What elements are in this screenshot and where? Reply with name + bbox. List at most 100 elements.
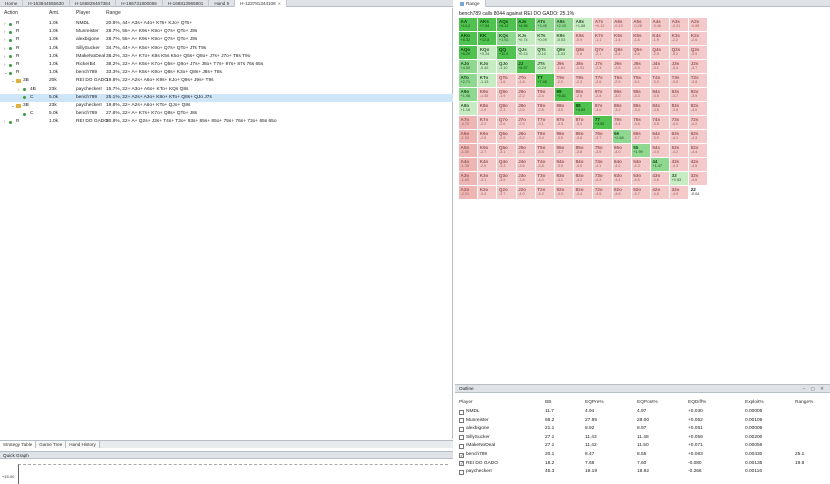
range-cell[interactable]: 54s -4.0 bbox=[650, 144, 671, 158]
range-cell[interactable]: JTo -1.8 bbox=[516, 74, 536, 88]
range-cell[interactable]: T4s -3.3 bbox=[650, 74, 671, 88]
range-cell[interactable]: J4o -3.6 bbox=[516, 158, 536, 172]
range-cell[interactable]: J9o -2.2 bbox=[516, 88, 536, 102]
range-cell[interactable]: A8s +1.88 bbox=[574, 18, 594, 32]
range-cell[interactable]: T6s -2.9 bbox=[612, 74, 632, 88]
range-cell[interactable]: 92s -3.9 bbox=[689, 88, 709, 102]
range-cell[interactable]: 83s -3.8 bbox=[670, 102, 690, 116]
range-cell[interactable]: Q3s -3.2 bbox=[670, 46, 690, 60]
range-cell[interactable]: J4s -3.1 bbox=[650, 60, 671, 74]
tab-2[interactable]: H-166828467384 bbox=[70, 0, 117, 7]
range-cell[interactable]: T8o -2.8 bbox=[535, 102, 555, 116]
range-cell[interactable]: A9s +2.10 bbox=[554, 18, 575, 32]
range-cell[interactable]: T9s -2.0 bbox=[554, 74, 575, 88]
tab-4[interactable]: H-166813965801 bbox=[163, 0, 210, 7]
range-cell[interactable]: 93s -3.7 bbox=[670, 88, 690, 102]
range-cell[interactable]: TT +7.45 bbox=[535, 74, 555, 88]
range-cell[interactable]: A5s -0.28 bbox=[631, 18, 651, 32]
range-cell[interactable]: T3o -4.0 bbox=[535, 172, 555, 186]
range-cell[interactable]: K3s -2.2 bbox=[670, 32, 690, 46]
range-cell[interactable]: KJs +0.74 bbox=[516, 32, 536, 46]
range-cell[interactable]: 32o -4.9 bbox=[670, 186, 690, 200]
outline-row[interactable]: alexbigone 21.1 8.92 8.97 +0.051 0.00009 bbox=[455, 425, 830, 433]
range-cell[interactable]: 85s -3.4 bbox=[631, 102, 651, 116]
range-cell[interactable]: 86s -3.2 bbox=[612, 102, 632, 116]
row-checkbox[interactable] bbox=[459, 443, 464, 449]
chevron-right-icon[interactable]: › bbox=[4, 53, 6, 61]
range-cell[interactable]: AKs +7.04 bbox=[478, 18, 498, 32]
tree-row[interactable]: › R 1.0k IMakeNoDeal 38.2%, 33+ A+ K7o+ K8s … bbox=[0, 53, 453, 61]
range-cell[interactable]: AJo +4.00 bbox=[459, 60, 479, 74]
range-cell[interactable]: K3o -3.1 bbox=[478, 172, 498, 186]
chevron-right-icon[interactable]: › bbox=[18, 86, 20, 94]
range-cell[interactable]: 82o -4.4 bbox=[574, 186, 594, 200]
range-cell[interactable]: T5o -3.6 bbox=[535, 144, 555, 158]
range-cell[interactable]: K7s -1.1 bbox=[593, 32, 613, 46]
tree-row[interactable]: ⌄ R 1.0k bench789 33.3%, 22+ A+ K5s+ K9o+ Q8… bbox=[0, 69, 453, 77]
range-cell[interactable]: Q6s -2.4 bbox=[612, 46, 632, 60]
row-checkbox[interactable] bbox=[459, 452, 464, 458]
tree-row[interactable]: ⌄ 3B 20k REI DO GADO 19.8%, 22+ A2s+ A6o+ K9… bbox=[0, 77, 453, 85]
range-cell[interactable]: QTo -1.6 bbox=[497, 74, 517, 88]
range-cell[interactable]: A7o -0.72 bbox=[459, 116, 479, 130]
range-cell[interactable]: 76s -3.4 bbox=[612, 116, 632, 130]
range-cell[interactable]: 84o -4.0 bbox=[574, 158, 594, 172]
range-cell[interactable]: KK +12.8 bbox=[478, 32, 498, 46]
range-cell[interactable]: A5o -1.00 bbox=[459, 144, 479, 158]
bottom-tab-1[interactable]: Game Tree bbox=[36, 441, 67, 448]
range-cell[interactable]: J3o -3.8 bbox=[516, 172, 536, 186]
range-cell[interactable]: KTo -1.13 bbox=[478, 74, 498, 88]
range-cell[interactable]: K2o -3.3 bbox=[478, 186, 498, 200]
chevron-right-icon[interactable]: › bbox=[4, 36, 6, 44]
outline-header-player[interactable]: Player bbox=[459, 400, 473, 405]
range-cell[interactable]: A6s -0.13 bbox=[612, 18, 632, 32]
range-cell[interactable]: AJs +4.96 bbox=[516, 18, 536, 32]
outline-row[interactable]: bench789 20.1 8.47 8.55 +0.083 0.00430 25.1 bbox=[455, 451, 830, 459]
range-cell[interactable]: 76o -3.7 bbox=[593, 130, 613, 144]
range-cell[interactable]: J6s -2.6 bbox=[612, 60, 632, 74]
tree-row[interactable]: C 5.0k bench789 25.1%, 22+ A2s+ A3o+ K8o+ K… bbox=[0, 93, 453, 102]
tree-row[interactable]: › R 1.0k Munreister 28.7%, 55+ A+ K9s+ K9o+ … bbox=[0, 28, 453, 36]
range-cell[interactable]: Q3o -3.5 bbox=[497, 172, 517, 186]
range-cell[interactable]: 92o -4.3 bbox=[554, 186, 575, 200]
tree-row[interactable]: ⌄ 3B 23k paycheckerr 19.8%, 22+ A2s+ A6o+ KT… bbox=[0, 102, 453, 110]
header-range[interactable]: Range bbox=[106, 10, 121, 16]
range-cell[interactable]: 73o -4.3 bbox=[593, 172, 613, 186]
range-cell[interactable]: A8o +1.16 bbox=[459, 102, 479, 116]
range-cell[interactable]: T7s -2.6 bbox=[593, 74, 613, 88]
outline-row[interactable]: NMDL 11.7 4.94 4.97 +0.030 0.00005 bbox=[455, 408, 830, 416]
header-action[interactable]: Action bbox=[4, 10, 18, 16]
range-cell[interactable]: K6o -2.5 bbox=[478, 130, 498, 144]
range-cell[interactable]: 66 +2.68 bbox=[612, 130, 632, 144]
tab-6[interactable]: H-123781344108 ✕ bbox=[235, 0, 288, 7]
range-cell[interactable]: J5s -2.9 bbox=[631, 60, 651, 74]
range-cell[interactable]: K8o -1.9 bbox=[478, 102, 498, 116]
range-cell[interactable]: 84s -3.6 bbox=[650, 102, 671, 116]
range-cell[interactable]: J7o -2.9 bbox=[516, 116, 536, 130]
range-cell[interactable]: Q4s -2.9 bbox=[650, 46, 671, 60]
outline-header-range[interactable]: Range% bbox=[795, 400, 813, 405]
close-icon[interactable]: ✕ bbox=[278, 0, 281, 7]
outline-header-eqdiff[interactable]: EQDiff% bbox=[688, 400, 706, 405]
range-cell[interactable]: ATo +2.71 bbox=[459, 74, 479, 88]
chevron-down-icon[interactable]: ⌄ bbox=[11, 102, 15, 110]
range-cell[interactable]: 33 +0.83 bbox=[670, 172, 690, 186]
range-cell[interactable]: T7o -3.1 bbox=[535, 116, 555, 130]
range-cell[interactable]: A2s -0.88 bbox=[689, 18, 709, 32]
tab-0[interactable]: Home bbox=[0, 0, 24, 7]
range-cell[interactable]: Q2o -3.7 bbox=[497, 186, 517, 200]
range-cell[interactable]: J2o -4.0 bbox=[516, 186, 536, 200]
range-cell[interactable]: 72s -4.2 bbox=[689, 116, 709, 130]
range-cell[interactable]: J8o -2.6 bbox=[516, 102, 536, 116]
range-cell[interactable]: 53o -4.5 bbox=[631, 172, 651, 186]
range-cell[interactable]: T5s -3.1 bbox=[631, 74, 651, 88]
range-cell[interactable]: K8s -0.9 bbox=[574, 32, 594, 46]
range-cell[interactable]: Q9s -1.03 bbox=[554, 46, 575, 60]
row-checkbox[interactable] bbox=[459, 469, 464, 475]
range-cell[interactable]: KQs +1.92 bbox=[497, 32, 517, 46]
range-cell[interactable]: T2o -4.2 bbox=[535, 186, 555, 200]
range-cell[interactable]: K9o -1.45 bbox=[478, 88, 498, 102]
range-cell[interactable]: ATs +3.45 bbox=[535, 18, 555, 32]
range-cell[interactable]: 94o -3.9 bbox=[554, 158, 575, 172]
range-cell[interactable]: 63s -4.1 bbox=[670, 130, 690, 144]
